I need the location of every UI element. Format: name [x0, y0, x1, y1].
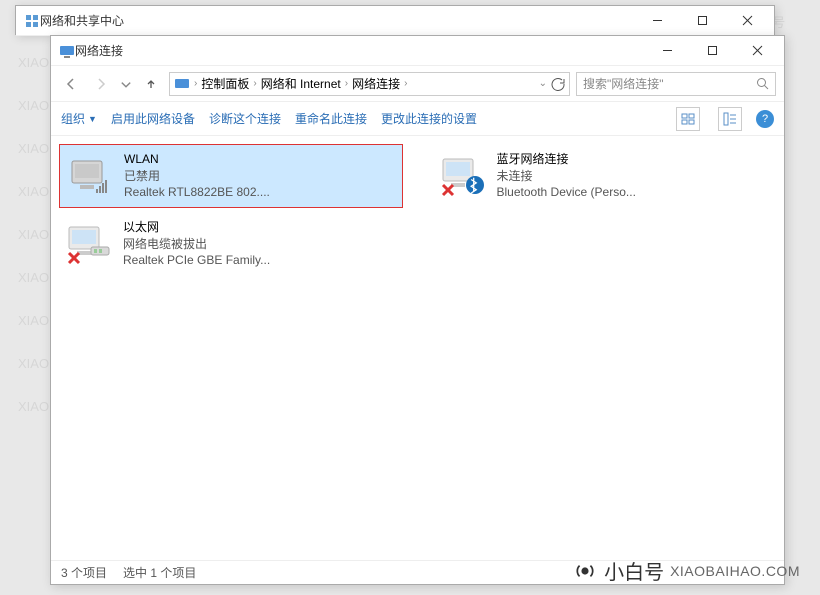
logo-url: XIAOBAIHAO.COM — [670, 563, 800, 579]
back-window-title: 网络和共享中心 — [40, 12, 635, 29]
network-center-icon — [24, 13, 40, 29]
recent-dropdown[interactable] — [119, 72, 133, 96]
search-input[interactable]: 搜索"网络连接" — [576, 72, 776, 96]
crumb-1[interactable]: 网络和 Internet — [261, 75, 341, 92]
refresh-icon[interactable] — [551, 77, 565, 91]
search-placeholder: 搜索"网络连接" — [583, 75, 756, 92]
connection-device: Realtek RTL8822BE 802.... — [124, 184, 270, 201]
connection-status: 未连接 — [497, 168, 636, 185]
close-button[interactable] — [735, 37, 780, 65]
help-button[interactable]: ? — [756, 110, 774, 128]
page-watermark-logo: 小白号 XIAOBAIHAO.COM — [572, 556, 800, 585]
wlan-icon — [66, 155, 114, 197]
connection-device: Realtek PCIe GBE Family... — [123, 252, 270, 269]
view-details-button[interactable] — [718, 107, 742, 131]
maximize-button[interactable] — [690, 37, 735, 65]
item-count: 3 个项目 — [61, 564, 107, 581]
logo-name: 小白号 — [604, 556, 664, 585]
breadcrumb[interactable]: › 控制面板› 网络和 Internet› 网络连接› ⌄ — [169, 72, 570, 96]
connection-name: 以太网 — [123, 219, 270, 236]
connection-ethernet[interactable]: 以太网 网络电缆被拔出 Realtek PCIe GBE Family... — [59, 212, 403, 276]
connections-grid: WLAN 已禁用 Realtek RTL8822BE 802.... 蓝牙网络连… — [51, 136, 784, 560]
window-title: 网络连接 — [75, 42, 645, 59]
connection-bluetooth[interactable]: 蓝牙网络连接 未连接 Bluetooth Device (Perso... — [433, 144, 777, 208]
network-connections-icon — [174, 76, 190, 92]
connection-name: WLAN — [124, 151, 270, 168]
bluetooth-icon — [439, 155, 487, 197]
diagnose-button[interactable]: 诊断这个连接 — [209, 110, 281, 127]
crumb-2[interactable]: 网络连接 — [352, 75, 400, 92]
forward-button[interactable] — [89, 72, 113, 96]
ethernet-icon — [65, 223, 113, 265]
network-connections-window: 网络连接 › 控制面板› 网络和 Internet› 网络连接› ⌄ 搜索"网络… — [50, 35, 785, 585]
connection-wlan[interactable]: WLAN 已禁用 Realtek RTL8822BE 802.... — [59, 144, 403, 208]
connection-status: 网络电缆被拔出 — [123, 236, 270, 253]
rename-button[interactable]: 重命名此连接 — [295, 110, 367, 127]
search-icon — [756, 77, 769, 90]
organize-menu[interactable]: 组织 ▼ — [61, 110, 97, 127]
background-window: 网络和共享中心 — [15, 5, 775, 35]
close-button[interactable] — [725, 7, 770, 35]
back-button[interactable] — [59, 72, 83, 96]
up-button[interactable] — [139, 72, 163, 96]
minimize-button[interactable] — [635, 7, 680, 35]
change-settings-button[interactable]: 更改此连接的设置 — [381, 110, 477, 127]
view-tiles-button[interactable] — [676, 107, 700, 131]
crumb-0[interactable]: 控制面板 — [201, 75, 249, 92]
connection-status: 已禁用 — [124, 168, 270, 185]
enable-device-button[interactable]: 启用此网络设备 — [111, 110, 195, 127]
connection-device: Bluetooth Device (Perso... — [497, 184, 636, 201]
toolbar: 组织 ▼ 启用此网络设备 诊断这个连接 重命名此连接 更改此连接的设置 ? — [51, 102, 784, 136]
minimize-button[interactable] — [645, 37, 690, 65]
network-connections-icon — [59, 43, 75, 59]
maximize-button[interactable] — [680, 7, 725, 35]
selected-count: 选中 1 个项目 — [123, 564, 196, 581]
chevron-down-icon[interactable]: ⌄ — [539, 78, 547, 89]
titlebar[interactable]: 网络连接 — [51, 36, 784, 66]
address-bar: › 控制面板› 网络和 Internet› 网络连接› ⌄ 搜索"网络连接" — [51, 66, 784, 102]
connection-name: 蓝牙网络连接 — [497, 151, 636, 168]
